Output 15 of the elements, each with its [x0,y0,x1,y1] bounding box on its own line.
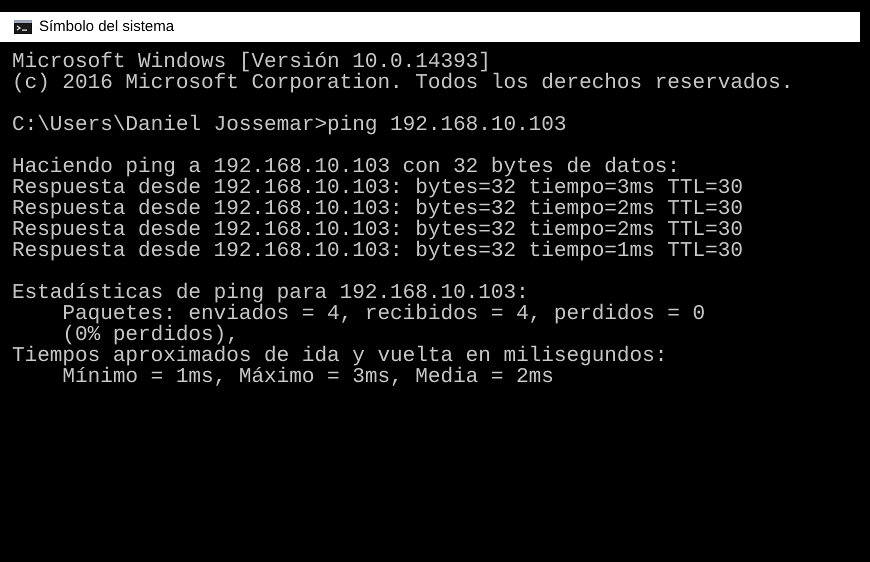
console-app-icon [14,20,32,34]
console-line: Respuesta desde 192.168.10.103: bytes=32 tiempo=2ms TTL=30 [12,199,743,220]
window-title: Símbolo del sistema [39,16,174,37]
console-line: Microsoft Windows [Versión 10.0.14393] [12,52,491,73]
console-line: Respuesta desde 192.168.10.103: bytes=32 tiempo=1ms TTL=30 [12,241,743,262]
console-line: Estadísticas de ping para 192.168.10.103: [12,283,529,304]
console-line: C:\Users\Daniel Jossemar>ping 192.168.10.103 [12,115,566,136]
console-line: Respuesta desde 192.168.10.103: bytes=32 tiempo=2ms TTL=30 [12,220,743,241]
console-line: (c) 2016 Microsoft Corporation. Todos los derechos reservados. [12,73,794,94]
console-line: Tiempos aproximados de ida y vuelta en milisegundos: [12,346,668,367]
console-line: (0% perdidos), [62,325,239,346]
console-line: Mínimo = 1ms, Máximo = 3ms, Media = 2ms [61,367,554,388]
console-line: Haciendo ping a 192.168.10.103 con 32 bytes de datos: [12,157,680,178]
console-line: Respuesta desde 192.168.10.103: bytes=32 tiempo=3ms TTL=30 [12,178,743,199]
console-line: Paquetes: enviados = 4, recibidos = 4, perdidos = 0 [61,304,706,325]
